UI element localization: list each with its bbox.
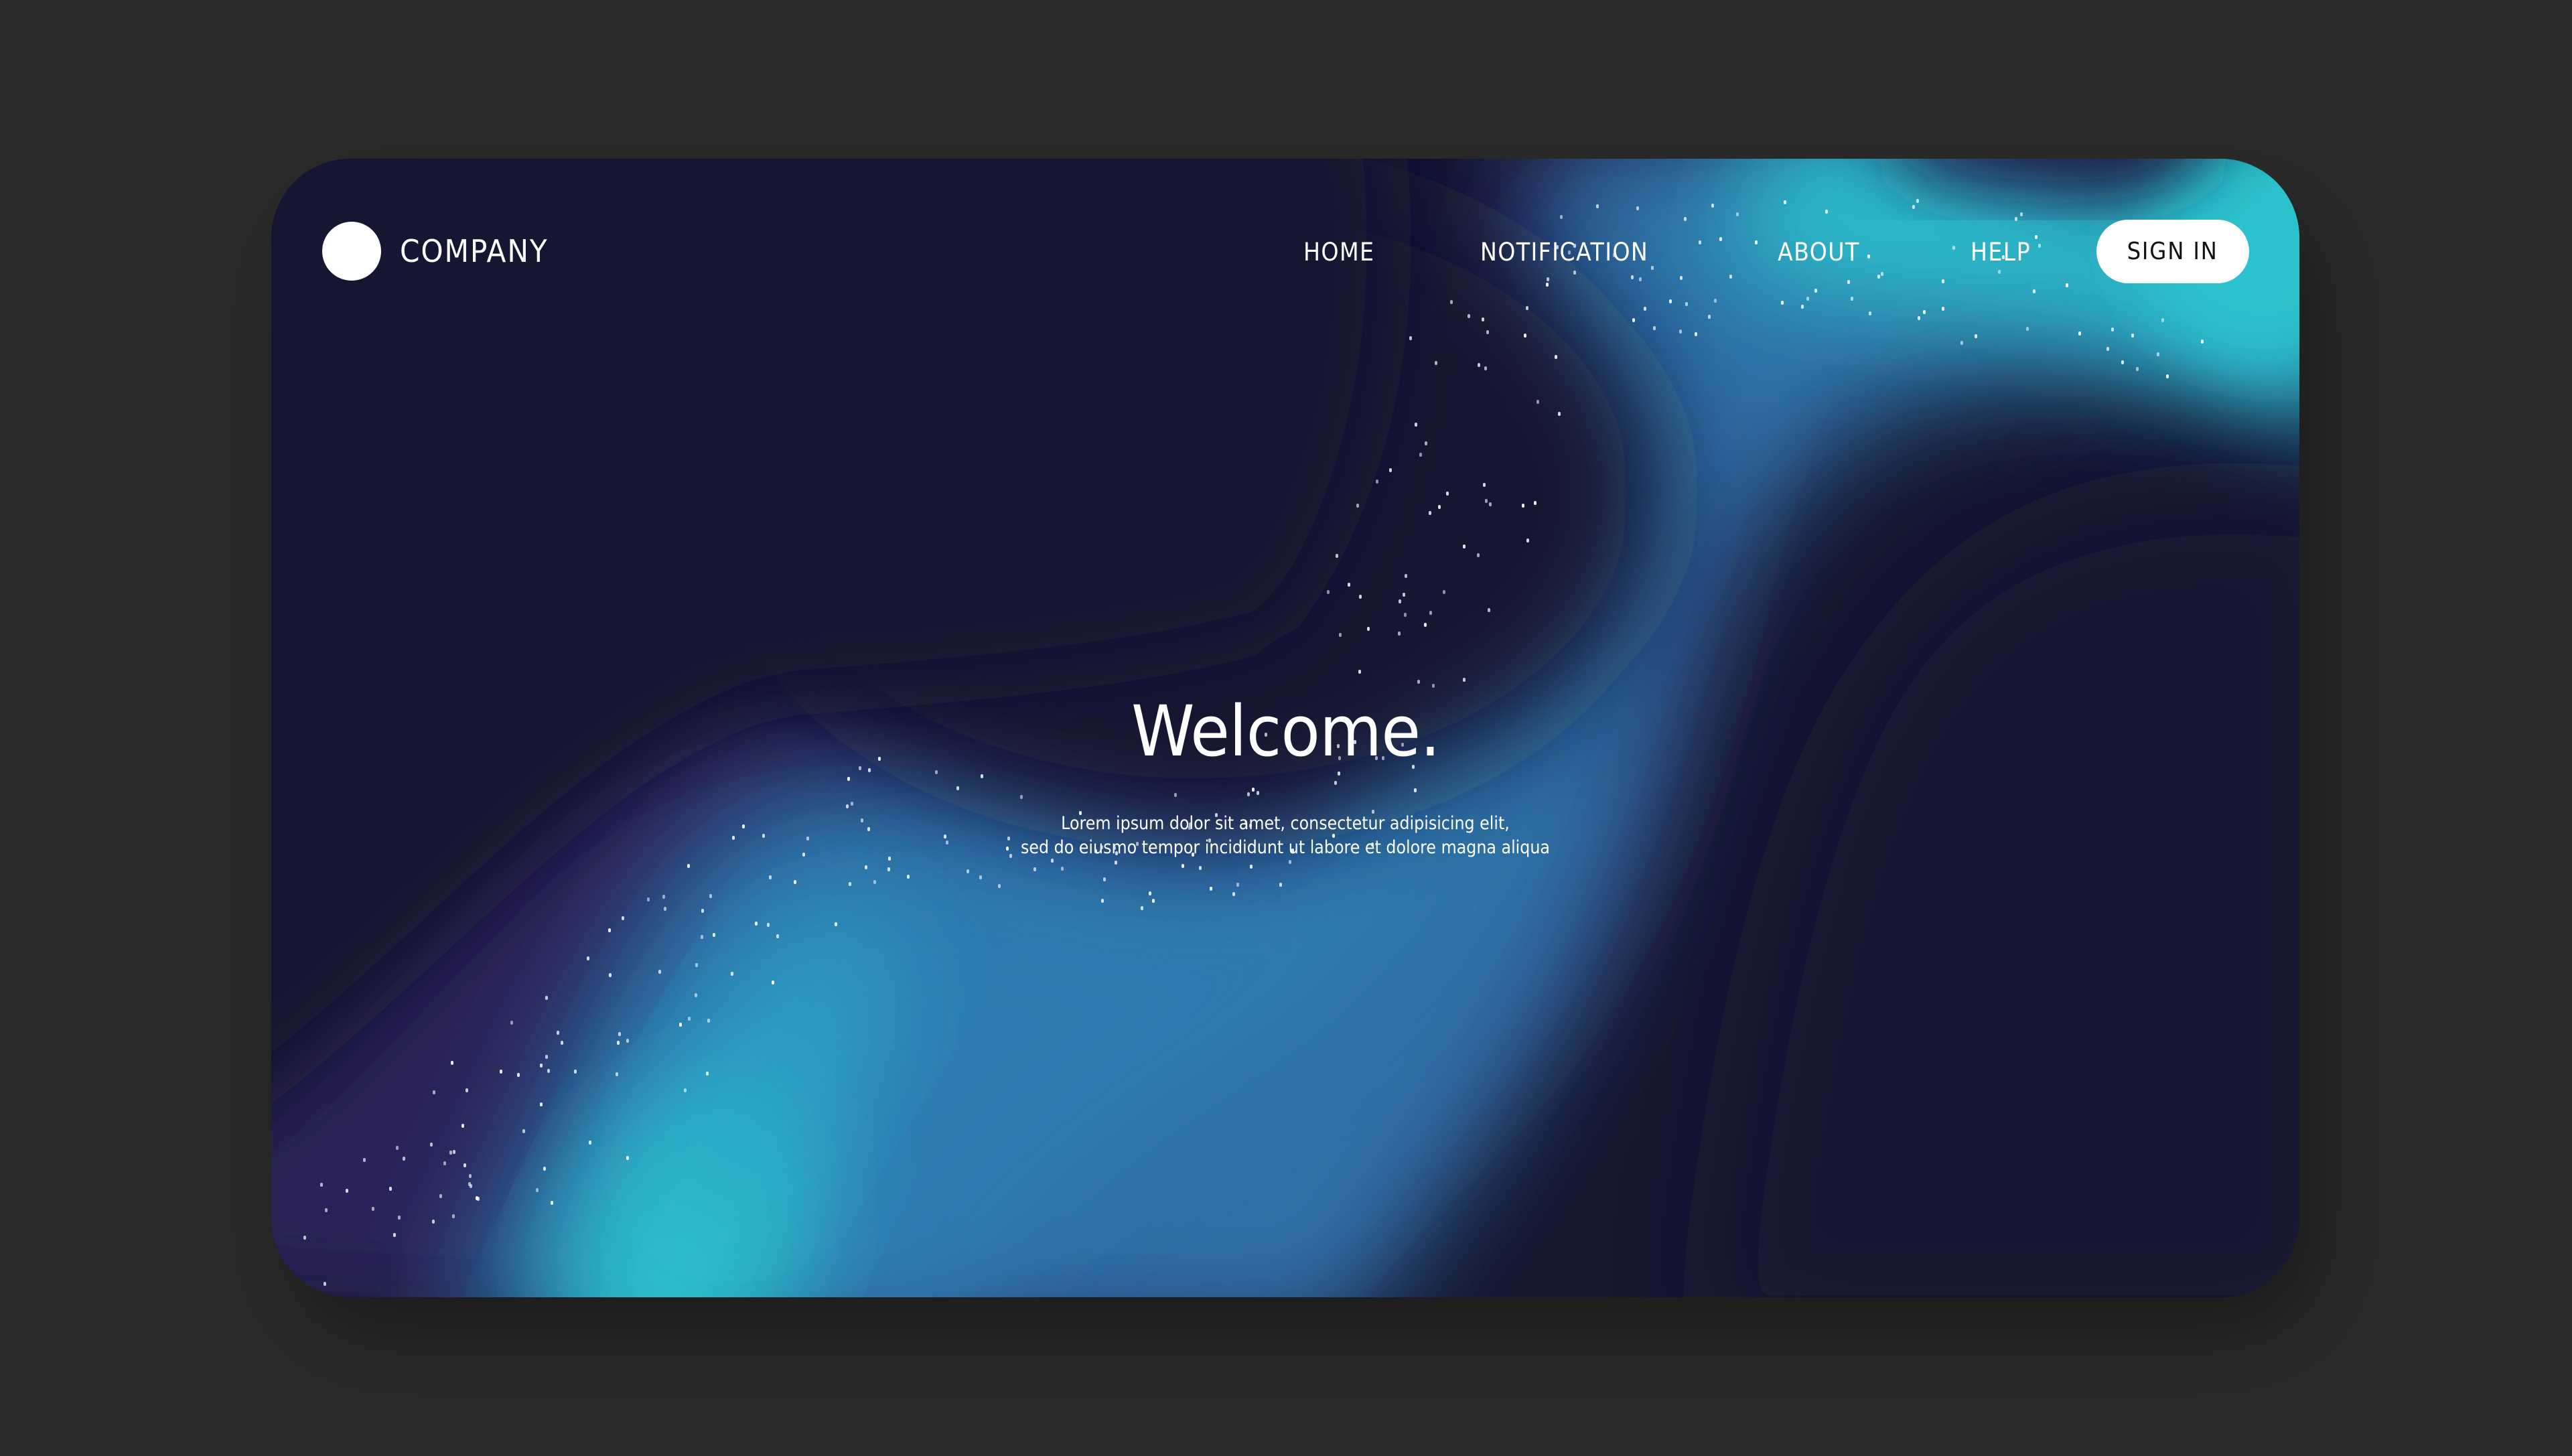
logo-circle-icon [322, 222, 381, 281]
hero-description-line: sed do eiusmo tempor incididunt ut labor… [1020, 837, 1550, 858]
nav-help[interactable]: HELP [1971, 238, 2031, 267]
hero-description-line: Lorem ipsum dolor sit amet, consectetur … [1061, 813, 1510, 834]
sign-in-button[interactable]: SIGN IN [2096, 220, 2249, 283]
company-name: COMPANY [400, 233, 549, 269]
page-background: COMPANY HOME NOTIFICATION ABOUT HELP SIG… [0, 0, 2572, 1456]
nav-home[interactable]: HOME [1303, 238, 1374, 267]
nav-about[interactable]: ABOUT [1778, 238, 1860, 267]
company-logo[interactable]: COMPANY [322, 222, 561, 281]
hero-title-text: Welcome. [1131, 690, 1441, 772]
hero-title: Welcome. [271, 688, 2299, 775]
landing-card: COMPANY HOME NOTIFICATION ABOUT HELP SIG… [271, 159, 2299, 1297]
nav-notification[interactable]: NOTIFICATION [1480, 238, 1648, 267]
sign-in-label: SIGN IN [2127, 238, 2219, 265]
hero-description: Lorem ipsum dolor sit amet, consectetur … [271, 812, 2299, 860]
